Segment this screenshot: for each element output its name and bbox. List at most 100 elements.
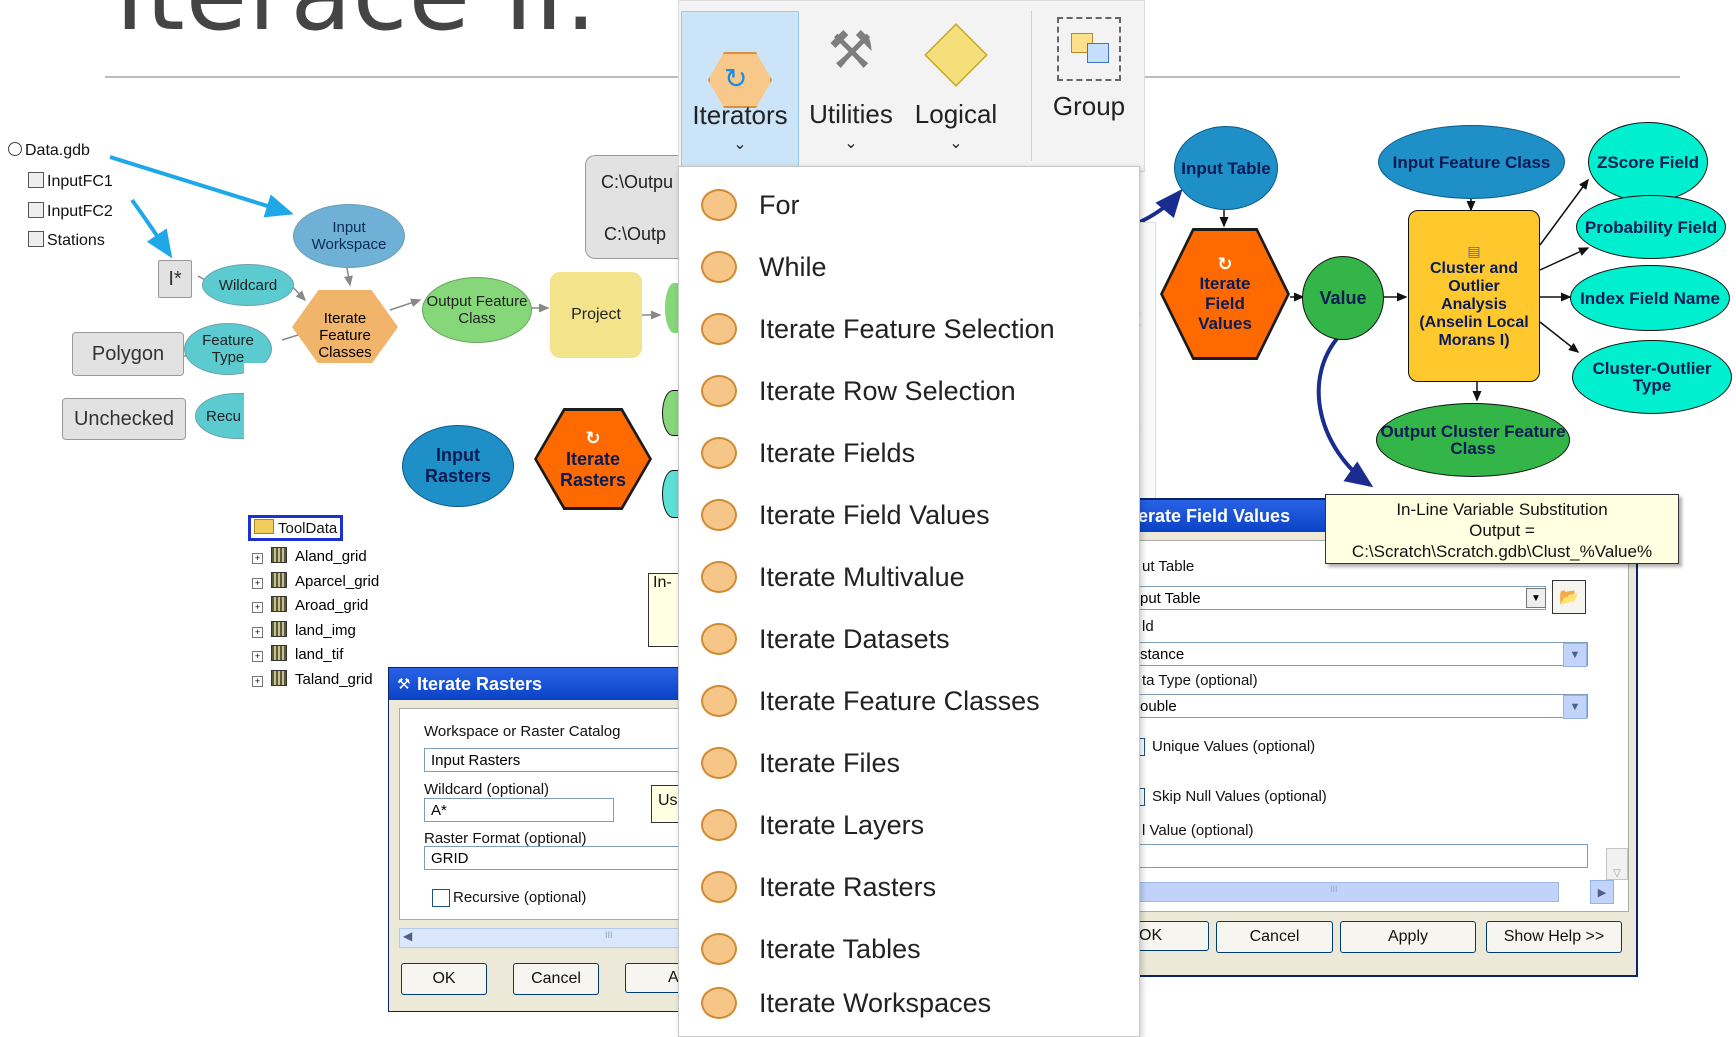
tree-item-inputfc1[interactable]: InputFC1 (28, 172, 113, 191)
wildcard-field[interactable]: A* (424, 798, 614, 822)
workspace-label: Workspace or Raster Catalog (424, 723, 621, 740)
cluster-analysis-tool-node[interactable]: ▤ Cluster and Outlier Analysis (Anselin … (1408, 210, 1540, 382)
output-path-box[interactable]: C:\Outpu C:\Outp (585, 155, 681, 259)
menu-item-iterate-datasets[interactable]: Iterate Datasets (679, 609, 1139, 669)
iterator-icon (701, 933, 737, 965)
logical-ribbon-button[interactable]: Logical ⌄ (905, 11, 1007, 166)
geodatabase-tree-root[interactable]: Data.gdb (8, 142, 90, 160)
utilities-ribbon-button[interactable]: ⚒ Utilities ⌄ (801, 11, 901, 166)
loop-icon: ↻ (585, 427, 601, 448)
cancel-button[interactable]: Cancel (513, 963, 599, 995)
raster-item[interactable]: + Taland_grid (252, 668, 379, 693)
ribbon-label: Iterators (692, 100, 788, 130)
folder-label: ToolData (278, 520, 338, 537)
tree-item-stations[interactable]: Stations (28, 231, 105, 250)
tooldata-folder[interactable]: ToolData (248, 515, 344, 541)
field-select[interactable]: stance (1138, 642, 1588, 666)
ok-button[interactable]: OK (1137, 921, 1209, 951)
menu-item-iterate-feature-selection[interactable]: Iterate Feature Selection (679, 299, 1139, 359)
expand-icon[interactable]: + (252, 577, 263, 589)
expand-icon[interactable]: + (252, 675, 263, 687)
expand-icon[interactable]: + (252, 553, 263, 564)
raster-label: Aroad_grid (295, 597, 369, 614)
chevron-down-icon[interactable]: ▼ (1563, 643, 1587, 667)
menu-item-label: Iterate Layers (759, 809, 925, 840)
workspace-field[interactable]: Input Rasters (424, 748, 689, 772)
value-node[interactable]: Value (1302, 256, 1384, 340)
probability-field-node[interactable]: Probability Field (1576, 195, 1726, 259)
cluster-outlier-type-node[interactable]: Cluster-Outlier Type (1572, 340, 1732, 414)
scrollbar-grip[interactable]: III (1330, 884, 1338, 894)
collapse-icon[interactable] (8, 142, 22, 156)
menu-item-iterate-fields[interactable]: Iterate Fields (679, 423, 1139, 483)
chevron-down-icon[interactable]: ⌄ (949, 133, 962, 153)
apply-button[interactable]: Apply (1340, 921, 1476, 953)
unique-values-label: Unique Values (optional) (1152, 738, 1316, 755)
tree-item-inputfc2[interactable]: InputFC2 (28, 202, 113, 221)
raster-format-field[interactable]: GRID (424, 846, 689, 870)
scroll-right-icon[interactable]: ▶ (1590, 880, 1614, 904)
ribbon-label: Utilities (809, 99, 893, 129)
raster-item[interactable]: + Aparcel_grid (252, 570, 379, 595)
dialog-title-bar[interactable]: ⚒ Iterate Rasters (389, 668, 689, 700)
polygon-value[interactable]: Polygon (72, 332, 184, 376)
scroll-left-icon[interactable]: ◀ (403, 929, 412, 943)
horizontal-scrollbar[interactable]: ◀ III (399, 928, 690, 948)
input-rasters-node[interactable]: Input Rasters (402, 425, 514, 507)
output-feature-class-node[interactable]: Output Feature Class (422, 277, 532, 343)
ok-button[interactable]: OK (401, 963, 487, 995)
output-path-1: C:\Outpu (601, 172, 674, 192)
raster-item[interactable]: + Aland_grid (252, 545, 379, 570)
chevron-down-icon[interactable]: ⌄ (844, 133, 857, 153)
menu-item-iterate-layers[interactable]: Iterate Layers (679, 795, 1139, 855)
wildcard-value[interactable]: I* (158, 260, 192, 298)
input-feature-class-node[interactable]: Input Feature Class (1378, 125, 1565, 199)
open-folder-icon[interactable]: 📂 (1552, 580, 1586, 614)
group-ribbon-button[interactable]: Group (1041, 11, 1137, 166)
index-field-name-node[interactable]: Index Field Name (1570, 265, 1730, 331)
menu-item-iterate-field-values[interactable]: Iterate Field Values (679, 485, 1139, 545)
expand-icon[interactable]: + (252, 602, 263, 613)
menu-item-iterate-files[interactable]: Iterate Files (679, 733, 1139, 793)
raster-item[interactable]: + land_tif (252, 643, 379, 668)
recursive-checkbox[interactable] (432, 889, 450, 907)
unchecked-value[interactable]: Unchecked (62, 398, 186, 440)
horizontal-scrollbar[interactable]: III (1138, 882, 1559, 902)
menu-item-iterate-multivalue[interactable]: Iterate Multivalue (679, 547, 1139, 607)
menu-item-label: Iterate Feature Selection (759, 313, 1055, 344)
data-type-select[interactable]: ouble (1138, 694, 1588, 718)
input-table-node[interactable]: Input Table (1174, 126, 1278, 210)
raster-item[interactable]: + Aroad_grid (252, 594, 379, 619)
chevron-down-icon[interactable]: ⌄ (733, 134, 746, 154)
iterator-icon (701, 871, 737, 903)
null-value-field[interactable] (1138, 844, 1588, 868)
project-tool-node[interactable]: Project (550, 272, 642, 358)
wildcard-node[interactable]: Wildcard (202, 264, 294, 306)
zscore-field-node[interactable]: ZScore Field (1588, 122, 1708, 202)
menu-item-for[interactable]: For (679, 175, 1139, 235)
loop-icon: ↻ (1217, 254, 1233, 274)
menu-item-iterate-row-selection[interactable]: Iterate Row Selection (679, 361, 1139, 421)
vertical-scroll-down-icon[interactable]: ▽ (1606, 848, 1628, 880)
cancel-button[interactable]: Cancel (1216, 921, 1333, 953)
raster-item[interactable]: + land_img (252, 619, 379, 644)
expand-icon[interactable]: + (252, 626, 263, 638)
menu-item-while[interactable]: While (679, 237, 1139, 297)
output-path-2: C:\Outp (604, 224, 667, 244)
raster-label: Aparcel_grid (295, 572, 380, 590)
menu-item-iterate-rasters[interactable]: Iterate Rasters (679, 857, 1139, 917)
scrollbar-grip[interactable]: III (605, 930, 613, 940)
iterator-icon (701, 251, 737, 283)
menu-item-iterate-feature-classes[interactable]: Iterate Feature Classes (679, 671, 1139, 731)
show-help-button[interactable]: Show Help >> (1486, 921, 1622, 953)
iterators-ribbon-button[interactable]: ↻ Iterators ⌄ (681, 11, 799, 168)
output-cluster-feature-class-node[interactable]: Output Cluster Feature Class (1376, 403, 1570, 477)
input-workspace-node[interactable]: Input Workspace (293, 204, 405, 268)
input-table-field[interactable]: put Table (1138, 586, 1546, 610)
chevron-down-icon[interactable]: ▼ (1563, 695, 1587, 719)
menu-item-iterate-workspaces[interactable]: Iterate Workspaces (679, 973, 1139, 1033)
dropdown-arrow-icon[interactable]: ▼ (1526, 588, 1546, 608)
expand-icon[interactable]: + (252, 651, 263, 662)
raster-list: + Aland_grid + Aparcel_grid + Aroad_grid + l… (252, 545, 379, 692)
menu-item-iterate-tables[interactable]: Iterate Tables (679, 919, 1139, 979)
